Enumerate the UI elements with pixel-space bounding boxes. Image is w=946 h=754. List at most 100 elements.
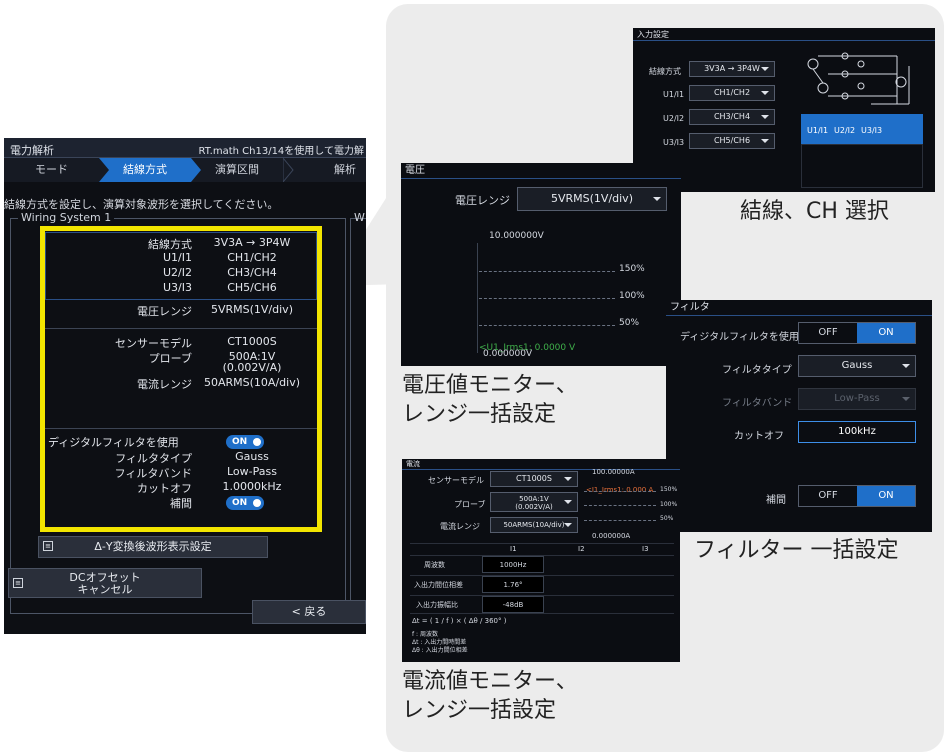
current-pct-100: 100% [660,501,678,508]
current-pct-50: 50% [660,515,674,522]
gridline-50 [584,520,656,521]
gridline-150 [479,271,615,272]
filter-off-option[interactable]: OFF [799,323,857,343]
settings-icon: ≡ [43,541,53,551]
cutoff-label: カットオフ [734,431,784,442]
col-header-i2: I2 [578,545,585,553]
filter-type-label: フィルタタイプ [722,365,792,376]
voltage-axis [477,243,478,353]
u3-label: U3/I3 [663,138,685,147]
probe-value-2: (0.002V/A) [515,503,553,511]
delta-y-display-button[interactable]: ≡ Δ-Y変換後波形表示設定 [38,536,268,558]
voltage-range-label: 電圧レンジ [455,194,510,207]
u3-value: CH5/CH6 [713,136,751,145]
sensor-model-value: CT1000S [516,474,552,483]
frequency-label: 周波数 [424,561,445,569]
amplitude-ratio-label: 入出力振幅比 [416,601,458,609]
voltage-caption-2: レンジ一括設定 [402,402,557,427]
interpolation-label: 補間 [766,495,786,506]
current-range-dropdown[interactable]: 50ARMS(10A/div) [490,517,578,533]
screen-title-right: RT.math Ch13/14を使用して電力解 [198,146,364,157]
chevron-down-icon [653,197,661,201]
channel-table-body [801,144,923,188]
back-button[interactable]: < 戻る [252,600,366,624]
voltage-range-dropdown[interactable]: 5VRMS(1V/div) [517,187,667,211]
u1-value: CH1/CH2 [713,88,751,97]
dc-offset-label-2: キャンセル [77,583,133,596]
filter-on-option[interactable]: ON [857,323,915,343]
probe-label: プローブ [454,500,486,509]
voltage-min-value: 0.000000V [483,349,533,359]
current-max-value: 100.00000A [592,468,635,476]
voltage-max-value: 10.000000V [489,231,544,241]
filter-band-dropdown[interactable]: Low-Pass [798,388,916,410]
current-pct-150: 150% [660,486,678,493]
title-bar: 電力解析 RT.math Ch13/14を使用して電力解 [4,138,366,158]
table-header-u3: U3/I3 [861,126,883,135]
interp-off-option[interactable]: OFF [799,486,857,506]
current-min-value: 0.000000A [592,532,631,540]
legend-dtheta: Δθ : 入出力間位相差 [412,647,468,654]
amplitude-ratio-value[interactable]: -48dB [482,596,544,613]
screen-title: 電力解析 [10,144,54,157]
wiring-system-2-label: W [354,211,365,224]
gridline-100 [584,505,656,506]
filter-screen: フィルタ ディジタルフィルタを使用 OFF ON フィルタタイプ Gauss フ… [666,300,932,532]
settings-icon: ≡ [13,578,23,588]
current-caption-2: レンジ一括設定 [402,698,557,723]
dc-offset-cancel-button[interactable]: ≡ DCオフセット キャンセル [8,568,202,598]
probe-dropdown[interactable]: 500A:1V (0.002V/A) [490,492,578,512]
wiring-method-dropdown[interactable]: 3V3A → 3P4W [689,61,775,77]
voltage-range-value: 5VRMS(1V/div) [550,192,633,205]
u2-dropdown[interactable]: CH3/CH4 [689,109,775,125]
wiring-method-label: 結線方式 [649,67,681,76]
digital-filter-use-label: ディジタルフィルタを使用 [680,332,799,343]
tab-chevron-icon [99,158,109,182]
gridline-100 [479,298,615,299]
phase-diff-label: 入出力間位相差 [414,581,463,589]
table-header-u2: U2/I2 [834,126,856,135]
cutoff-input[interactable]: 100kHz [798,421,916,443]
current-caption-1: 電流値モニター、 [402,669,578,694]
u3-dropdown[interactable]: CH5/CH6 [689,133,775,149]
voltage-pct-150: 150% [619,264,645,274]
tab-chevron-icon [191,158,201,182]
u1-label: U1/I1 [663,90,685,99]
current-screen: 電流 センサーモデル CT1000S プローブ 500A:1V (0.002V/A… [402,459,680,662]
filter-onoff-switch[interactable]: OFF ON [798,322,916,344]
wiring-method-value: 3V3A → 3P4W [704,64,760,73]
current-range-label: 電流レンジ [440,522,480,531]
chevron-down-icon [902,397,910,401]
wiring-screen-title: 入力設定 [633,28,935,41]
interp-on-option[interactable]: ON [857,486,915,506]
u2-label: U2/I2 [663,114,685,123]
chevron-down-icon [761,115,769,119]
filter-band-label: フィルタバンド [722,398,793,409]
phase-diff-value[interactable]: 1.76° [482,576,544,593]
delta-y-button-label: Δ-Y変換後波形表示設定 [94,540,212,553]
voltage-pct-100: 100% [619,291,645,301]
chevron-down-icon [761,91,769,95]
filter-caption: フィルター 一括設定 [694,538,899,563]
formula-text: Δt = ( 1 / f ) × ( Δθ / 360° ) [412,617,507,625]
wiring-diagram [807,52,910,105]
voltage-screen: 電圧 電圧レンジ 5VRMS(1V/div) 10.000000V 150% 1… [401,163,681,366]
filter-type-dropdown[interactable]: Gauss [798,355,916,377]
voltage-pct-50: 50% [619,318,640,328]
filter-type-value: Gauss [841,360,873,371]
current-overlay: <I1_Irms1: 0.000 A [586,486,654,494]
col-header-i1: I1 [510,545,517,553]
col-header-i3: I3 [642,545,649,553]
tab-mode[interactable]: モード [4,158,99,182]
table-header-u1: U1/I1 [807,126,829,135]
sensor-model-dropdown[interactable]: CT1000S [490,471,578,487]
current-screen-title: 電流 [402,459,680,470]
chevron-down-icon [564,500,572,504]
interp-onoff-switch[interactable]: OFF ON [798,485,916,507]
frequency-value[interactable]: 1000Hz [482,556,544,573]
page: 電力解析 RT.math Ch13/14を使用して電力解 モード 結線方式 演算… [0,0,946,754]
wiring-system-1-label: Wiring System 1 [18,211,115,224]
voltage-caption-1: 電圧値モニター、 [402,373,578,398]
u1-dropdown[interactable]: CH1/CH2 [689,85,775,101]
voltage-screen-title: 電圧 [401,163,681,179]
